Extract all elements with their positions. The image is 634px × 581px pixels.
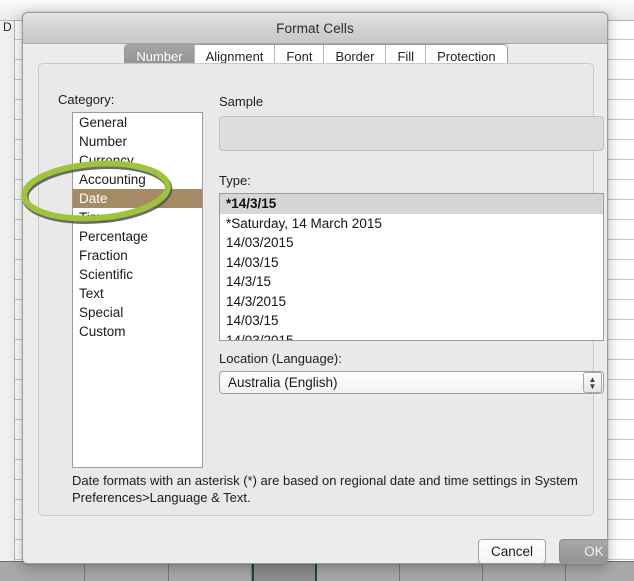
category-item-scientific[interactable]: Scientific [73, 265, 202, 284]
spreadsheet-row-header-strip [0, 0, 15, 561]
type-item-5[interactable]: 14/3/2015 [220, 292, 603, 312]
spreadsheet-bottom-cell[interactable] [85, 562, 169, 581]
location-language-select[interactable]: Australia (English) ▲ ▼ [219, 371, 604, 394]
type-label: Type: [219, 173, 251, 188]
type-item-2[interactable]: 14/03/2015 [220, 233, 603, 253]
type-item-6[interactable]: 14/03/15 [220, 311, 603, 331]
category-item-custom[interactable]: Custom [73, 322, 202, 341]
spreadsheet-bottom-cell-selected[interactable] [252, 562, 317, 581]
type-item-0[interactable]: *14/3/15 [220, 194, 603, 214]
stepper-chevrons-icon[interactable]: ▲ ▼ [583, 372, 602, 393]
spreadsheet-bottom-cell[interactable] [169, 562, 252, 581]
category-item-date[interactable]: Date [73, 189, 202, 208]
type-item-7[interactable]: 14/03/2015 [220, 331, 603, 341]
spreadsheet-bottom-cell[interactable] [566, 562, 634, 581]
category-item-currency[interactable]: Currency [73, 151, 202, 170]
location-language-value: Australia (English) [228, 375, 338, 390]
dialog-title: Format Cells [276, 20, 354, 36]
chevron-down-icon: ▼ [588, 381, 597, 391]
spreadsheet-bottom-cell[interactable] [483, 562, 566, 581]
type-listbox[interactable]: *14/3/15 *Saturday, 14 March 2015 14/03/… [219, 193, 604, 341]
category-item-special[interactable]: Special [73, 303, 202, 322]
category-item-number[interactable]: Number [73, 132, 202, 151]
sample-label: Sample [219, 94, 264, 109]
type-item-1[interactable]: *Saturday, 14 March 2015 [220, 214, 603, 234]
category-item-text[interactable]: Text [73, 284, 202, 303]
spreadsheet-bottom-cell[interactable] [400, 562, 483, 581]
spreadsheet-bottom-header-row [0, 561, 634, 581]
spreadsheet-column-label-d: D [3, 20, 12, 34]
sample-preview-box [219, 116, 604, 151]
ok-button[interactable]: OK [559, 539, 607, 563]
spreadsheet-bottom-cell[interactable] [0, 562, 85, 581]
category-listbox[interactable]: General Number Currency Accounting Date … [72, 112, 203, 468]
category-item-fraction[interactable]: Fraction [73, 246, 202, 265]
category-item-percentage[interactable]: Percentage [73, 227, 202, 246]
dialog-title-bar[interactable]: Format Cells [23, 13, 607, 44]
category-label: Category: [58, 92, 115, 107]
type-item-4[interactable]: 14/3/15 [220, 272, 603, 292]
category-item-accounting[interactable]: Accounting [73, 170, 202, 189]
format-cells-dialog: Format Cells Number Alignment Font Borde… [22, 12, 608, 564]
footer-note: Date formats with an asterisk (*) are ba… [72, 473, 578, 505]
location-label: Location (Language): [219, 351, 342, 366]
category-item-general[interactable]: General [73, 113, 202, 132]
category-item-time[interactable]: Time [73, 208, 202, 227]
cancel-button[interactable]: Cancel [478, 539, 546, 563]
type-item-3[interactable]: 14/03/15 [220, 253, 603, 273]
spreadsheet-bottom-cell[interactable] [317, 562, 400, 581]
